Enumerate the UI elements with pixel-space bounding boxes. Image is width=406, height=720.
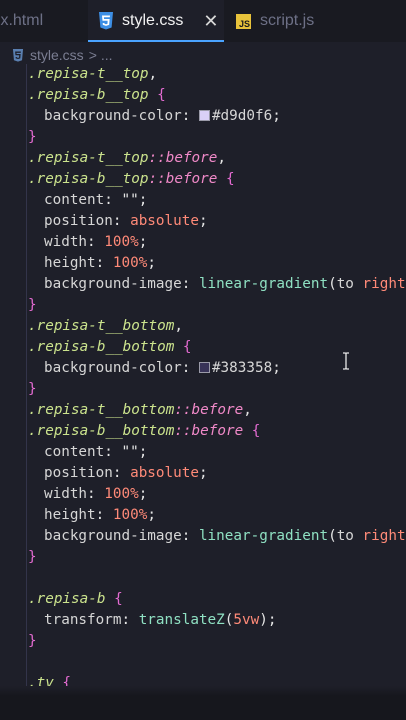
css-file-icon — [99, 12, 113, 30]
code-line: height: 100%; — [44, 507, 156, 523]
code-line: } — [28, 381, 37, 397]
code-line: .repisa-b { — [28, 591, 123, 607]
breadcrumb-more[interactable]: ... — [101, 47, 113, 63]
code-line: width: 100%; — [44, 234, 148, 250]
js-file-icon: JS — [236, 13, 251, 29]
color-swatch[interactable] — [198, 110, 210, 121]
code-line: background-image: linear-gradient(to rig… — [44, 276, 406, 292]
code-line: content: ""; — [44, 444, 148, 460]
code-line: background-color: #383358; — [44, 360, 281, 376]
code-line: .repisa-b__bottom { — [28, 339, 192, 355]
tab-label: style.css — [122, 12, 184, 29]
code-line: .repisa-b__top::before { — [28, 171, 235, 187]
tab-style-css[interactable]: style.css ✕ — [88, 0, 224, 42]
code-line: position: absolute; — [44, 465, 208, 481]
tab-label: lex.html — [0, 12, 44, 29]
code-line: width: 100%; — [44, 486, 148, 502]
code-line: .repisa-b__top { — [28, 87, 166, 103]
code-line: position: absolute; — [44, 213, 208, 229]
code-line: .repisa-t__bottom, — [28, 318, 183, 334]
code-line: } — [28, 633, 37, 649]
code-line: content: ""; — [44, 192, 148, 208]
code-line: background-color: #d9d0f6; — [44, 108, 281, 124]
breadcrumb-separator: > — [88, 47, 97, 63]
tab-index-html[interactable]: lex.html — [0, 0, 43, 42]
code-line: .repisa-b__bottom::before { — [28, 423, 261, 439]
breadcrumb: style.css > ... — [12, 45, 113, 65]
code-line: } — [28, 549, 37, 565]
css-file-icon — [12, 48, 24, 62]
close-icon[interactable]: ✕ — [203, 11, 218, 32]
code-line: } — [28, 129, 37, 145]
text-cursor-icon — [343, 352, 349, 370]
code-editor[interactable]: .repisa-t__top, .repisa-b__top { backgro… — [0, 64, 406, 696]
breadcrumb-file[interactable]: style.css — [30, 47, 84, 63]
bottom-fade — [0, 686, 406, 696]
color-swatch[interactable] — [198, 362, 210, 373]
code-line: height: 100%; — [44, 255, 156, 271]
bottom-bar — [0, 686, 406, 720]
code-line: .repisa-t__bottom::before, — [28, 402, 252, 418]
tab-label: script.js — [260, 12, 315, 29]
code-line: } — [28, 297, 37, 313]
indent-guide — [26, 64, 27, 696]
tab-script-js[interactable]: JS script.js — [236, 0, 314, 42]
code-line: background-image: linear-gradient(to rig… — [44, 528, 406, 544]
code-line: transform: translateZ(5vw); — [44, 612, 277, 628]
code-line: .repisa-t__top, — [28, 66, 158, 82]
code-line: .repisa-t__top::before, — [28, 150, 226, 166]
editor-tab-bar: lex.html style.css ✕ JS script.js — [0, 0, 406, 42]
